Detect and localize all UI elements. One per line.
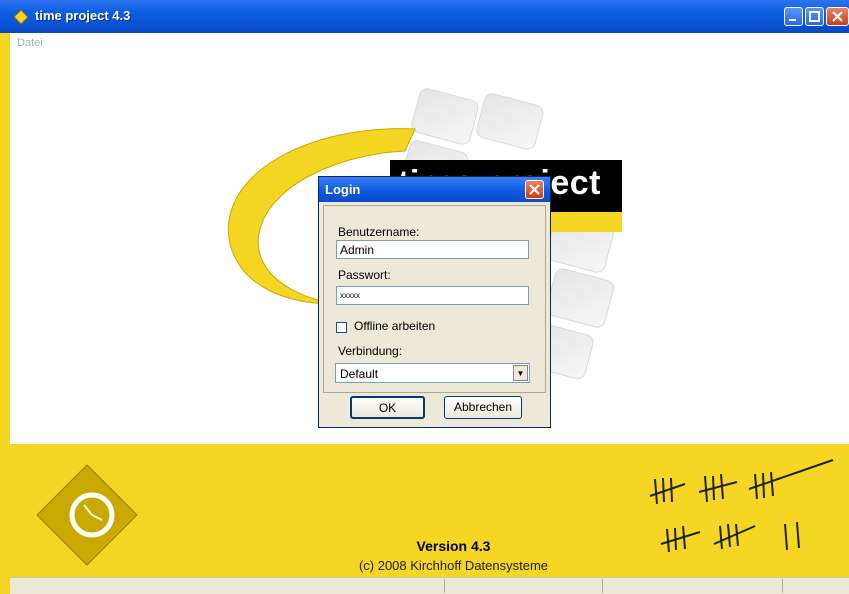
status-divider — [782, 579, 783, 593]
status-bar — [10, 577, 849, 594]
window-title: time project 4.3 — [35, 8, 131, 23]
cancel-button[interactable]: Abbrechen — [444, 396, 522, 419]
connection-select[interactable]: Default ▼ — [335, 363, 530, 383]
close-button[interactable] — [826, 7, 849, 26]
footer-area: Version 4.3 (c) 2008 Kirchhoff Datensyst… — [10, 444, 849, 577]
minimize-icon — [789, 19, 796, 21]
window-titlebar[interactable]: time project 4.3 — [0, 0, 849, 33]
status-divider — [602, 579, 603, 593]
offline-checkbox[interactable] — [336, 322, 347, 333]
menu-bar: Datei — [10, 33, 849, 55]
connection-label: Verbindung: — [338, 344, 403, 358]
username-label: Benutzername: — [338, 225, 420, 239]
username-field[interactable] — [336, 240, 529, 259]
ok-button[interactable]: OK — [350, 396, 425, 419]
password-label: Passwort: — [338, 268, 391, 282]
connection-value: Default — [340, 367, 379, 381]
menu-item-datei[interactable]: Datei — [17, 37, 43, 49]
password-field[interactable] — [336, 286, 529, 305]
maximize-button[interactable] — [805, 7, 824, 26]
login-dialog-titlebar[interactable]: Login — [319, 177, 550, 202]
offline-label: Offline arbeiten — [354, 319, 436, 333]
login-dialog-title: Login — [325, 182, 361, 197]
maximize-icon — [809, 11, 820, 22]
status-divider — [444, 579, 445, 593]
minimize-button[interactable] — [784, 7, 803, 26]
chevron-down-icon[interactable]: ▼ — [513, 365, 528, 381]
login-dialog: Login Benutzername: Passwort: Offline ar… — [318, 176, 551, 428]
close-icon — [832, 11, 843, 22]
tally-marks-graphic — [649, 459, 834, 553]
close-icon — [529, 184, 540, 195]
login-close-button[interactable] — [525, 180, 544, 199]
app-diamond-icon — [14, 10, 28, 24]
